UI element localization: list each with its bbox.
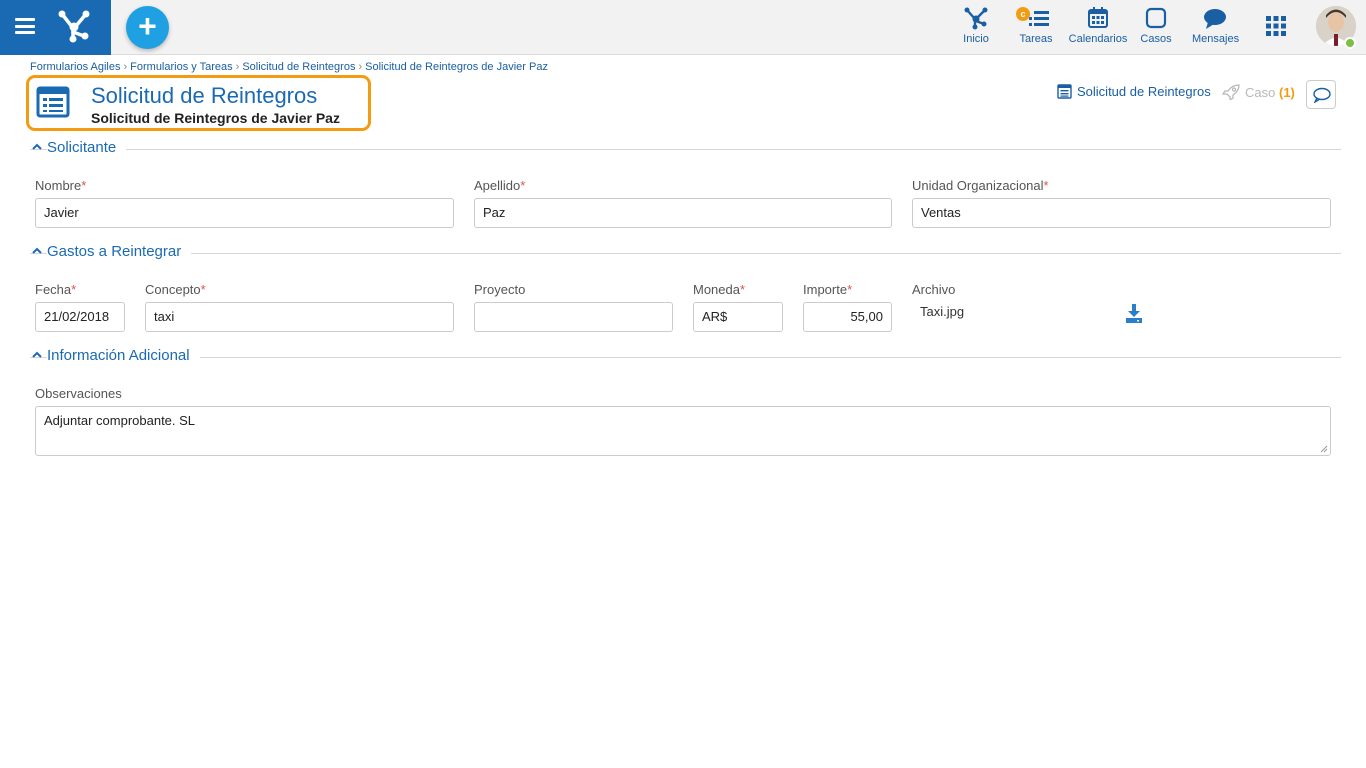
resize-grip-icon[interactable] bbox=[1320, 445, 1328, 453]
case-label: Caso bbox=[1245, 85, 1276, 100]
add-button[interactable]: + bbox=[126, 6, 169, 49]
section-title: Gastos a Reintegrar bbox=[47, 243, 192, 260]
brand-area bbox=[0, 0, 111, 55]
proyecto-field[interactable] bbox=[474, 302, 673, 332]
form-small-icon bbox=[1057, 84, 1072, 99]
unidad-label: Unidad Organizacional* bbox=[912, 178, 1049, 193]
apellido-label: Apellido* bbox=[474, 178, 526, 193]
nav-label: Calendarios bbox=[1068, 33, 1128, 45]
chevron-up-icon[interactable] bbox=[32, 246, 42, 256]
nav-mensajes[interactable]: Mensajes bbox=[1192, 6, 1240, 50]
section-adicional[interactable]: Información Adicional bbox=[30, 347, 1341, 367]
cases-icon bbox=[1145, 7, 1167, 29]
importe-field[interactable]: 55,00 bbox=[803, 302, 892, 332]
section-title: Solicitante bbox=[47, 139, 127, 156]
section-gastos[interactable]: Gastos a Reintegrar bbox=[30, 243, 1341, 263]
unidad-field[interactable]: Ventas bbox=[912, 198, 1331, 228]
messages-icon bbox=[1204, 9, 1226, 29]
section-title: Información Adicional bbox=[47, 347, 200, 364]
breadcrumb-item[interactable]: Solicitud de Reintegros de Javier Paz bbox=[365, 61, 548, 73]
archivo-file-name[interactable]: Taxi.jpg bbox=[920, 304, 964, 319]
nav-inicio[interactable]: Inicio bbox=[956, 6, 996, 50]
proyecto-label: Proyecto bbox=[474, 282, 526, 297]
nav-casos[interactable]: Casos bbox=[1139, 6, 1173, 50]
concepto-field[interactable]: taxi bbox=[145, 302, 454, 332]
nombre-label: Nombre* bbox=[35, 178, 87, 193]
apps-grid-icon[interactable] bbox=[1266, 16, 1286, 36]
nav-label: Inicio bbox=[963, 33, 989, 45]
nav-calendarios[interactable]: Calendarios bbox=[1068, 6, 1128, 50]
download-icon[interactable] bbox=[1125, 304, 1143, 324]
comments-button[interactable] bbox=[1306, 80, 1336, 109]
page-title: Solicitud de Reintegros bbox=[91, 83, 318, 108]
form-link-label: Solicitud de Reintegros bbox=[1077, 84, 1211, 99]
breadcrumb-item[interactable]: Solicitud de Reintegros bbox=[242, 61, 355, 73]
concepto-label: Concepto* bbox=[145, 282, 206, 297]
chevron-up-icon[interactable] bbox=[32, 350, 42, 360]
nav-label: Tareas bbox=[1019, 33, 1053, 45]
importe-label: Importe* bbox=[803, 282, 853, 297]
breadcrumb: Formularios Agiles › Formularios y Tareas ›… bbox=[30, 61, 548, 73]
page-subtitle: Solicitud de Reintegros de Javier Paz bbox=[91, 110, 340, 126]
form-link[interactable]: Solicitud de Reintegros bbox=[1057, 84, 1211, 99]
section-solicitante[interactable]: Solicitante bbox=[30, 139, 1341, 159]
moneda-label: Moneda* bbox=[693, 282, 746, 297]
apellido-field[interactable]: Paz bbox=[474, 198, 892, 228]
online-status-badge bbox=[1344, 37, 1356, 49]
archivo-label: Archivo bbox=[912, 282, 956, 297]
observaciones-label: Observaciones bbox=[35, 386, 122, 401]
rocket-icon bbox=[1221, 84, 1240, 102]
observaciones-field[interactable]: Adjuntar comprobante. SL bbox=[35, 406, 1331, 456]
chevron-up-icon[interactable] bbox=[32, 142, 42, 152]
fecha-field[interactable]: 21/02/2018 bbox=[35, 302, 125, 332]
observaciones-text: Adjuntar comprobante. SL bbox=[44, 413, 196, 428]
logo-icon[interactable] bbox=[56, 8, 92, 44]
nombre-field[interactable]: Javier bbox=[35, 198, 454, 228]
nav-tareas[interactable]: c Tareas bbox=[1016, 6, 1056, 50]
nav-label: Mensajes bbox=[1192, 33, 1240, 45]
comment-icon bbox=[1313, 87, 1331, 103]
menu-icon[interactable] bbox=[15, 18, 35, 34]
breadcrumb-item[interactable]: Formularios Agiles bbox=[30, 61, 120, 73]
form-icon bbox=[36, 86, 70, 118]
calendar-icon bbox=[1088, 7, 1108, 28]
moneda-field[interactable]: AR$ bbox=[693, 302, 783, 332]
nav-label: Casos bbox=[1140, 33, 1172, 45]
breadcrumb-item[interactable]: Formularios y Tareas bbox=[130, 61, 233, 73]
fecha-label: Fecha* bbox=[35, 282, 77, 297]
case-count: (1) bbox=[1278, 85, 1295, 100]
case-link[interactable]: Caso (1) bbox=[1221, 84, 1295, 102]
tasks-badge: c bbox=[1016, 7, 1030, 21]
top-bar: + Inicio c Tareas Calendarios Casos Mens… bbox=[0, 0, 1366, 55]
page-header-highlight: Solicitud de Reintegros Solicitud de Rei… bbox=[26, 75, 371, 131]
home-network-icon bbox=[964, 7, 988, 30]
